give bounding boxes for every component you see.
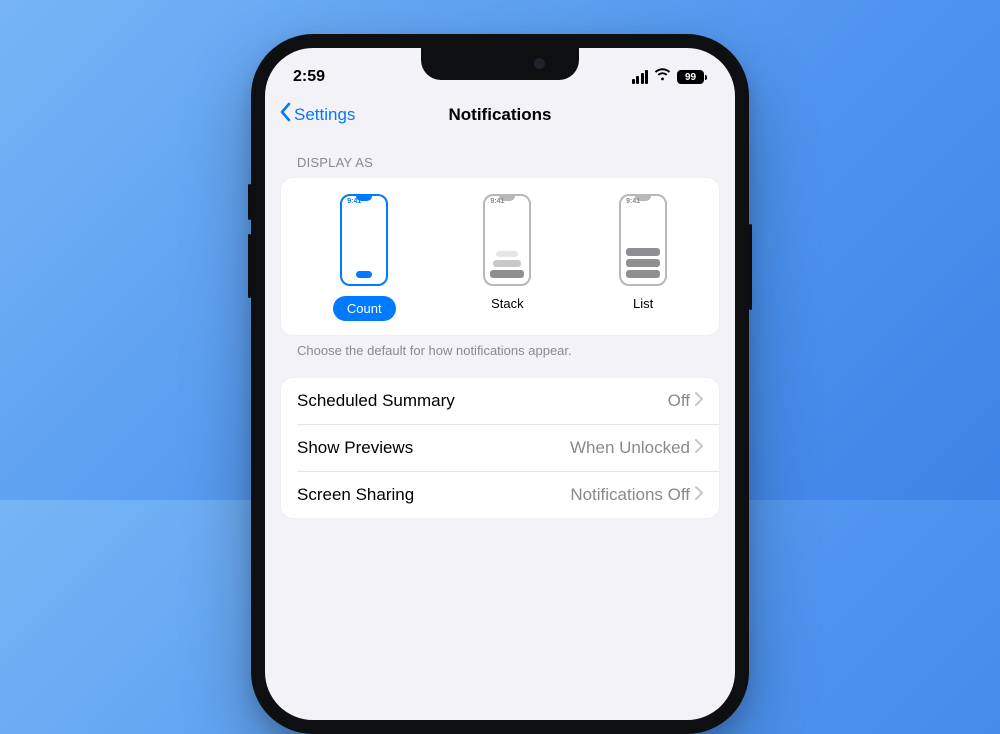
- chevron-right-icon: [695, 485, 703, 505]
- screen: 2:59 99 Settings Notifications: [265, 48, 735, 720]
- battery-icon: 99: [677, 70, 707, 84]
- status-time: 2:59: [293, 68, 325, 86]
- phone-preview-stack-icon: 9:41: [483, 194, 531, 286]
- row-label: Scheduled Summary: [297, 391, 455, 411]
- row-scheduled-summary[interactable]: Scheduled Summary Off: [281, 378, 719, 424]
- phone-preview-list-icon: 9:41: [619, 194, 667, 286]
- settings-list: Scheduled Summary Off Show Previews When…: [281, 378, 719, 518]
- section-footer-display-as: Choose the default for how notifications…: [281, 335, 719, 378]
- phone-preview-count-icon: 9:41: [340, 194, 388, 286]
- option-label: List: [633, 296, 653, 311]
- section-header-display-as: DISPLAY AS: [281, 137, 719, 178]
- back-label: Settings: [294, 105, 355, 125]
- battery-level: 99: [677, 70, 704, 84]
- row-screen-sharing[interactable]: Screen Sharing Notifications Off: [297, 471, 719, 518]
- display-as-card: 9:41 Count 9:41 Stack 9:: [281, 178, 719, 335]
- cellular-signal-icon: [630, 70, 648, 84]
- option-label: Count: [333, 296, 396, 321]
- row-label: Screen Sharing: [297, 485, 414, 505]
- chevron-right-icon: [695, 438, 703, 458]
- option-label: Stack: [491, 296, 524, 311]
- row-show-previews[interactable]: Show Previews When Unlocked: [297, 424, 719, 471]
- display-option-list[interactable]: 9:41 List: [619, 194, 667, 321]
- iphone-device-frame: 2:59 99 Settings Notifications: [251, 34, 749, 734]
- wifi-icon: [654, 68, 671, 86]
- back-button[interactable]: Settings: [279, 102, 355, 127]
- chevron-left-icon: [279, 102, 291, 127]
- chevron-right-icon: [695, 391, 703, 411]
- row-value: When Unlocked: [570, 438, 690, 458]
- row-label: Show Previews: [297, 438, 413, 458]
- row-value: Notifications Off: [570, 485, 690, 505]
- display-option-count[interactable]: 9:41 Count: [333, 194, 396, 321]
- navigation-bar: Settings Notifications: [265, 94, 735, 137]
- notch: [421, 48, 579, 80]
- display-option-stack[interactable]: 9:41 Stack: [483, 194, 531, 321]
- row-value: Off: [668, 391, 690, 411]
